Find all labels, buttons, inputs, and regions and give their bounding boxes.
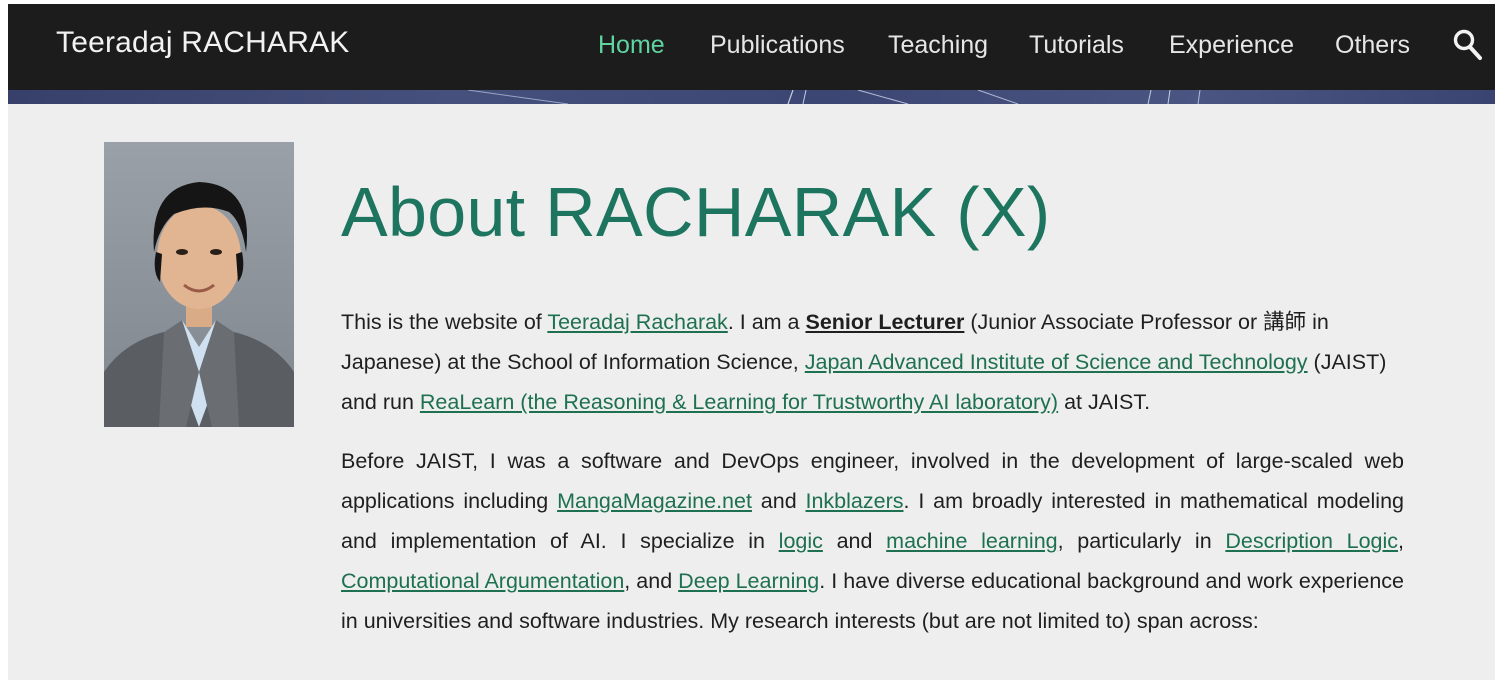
link-machine-learning[interactable]: machine learning [886,529,1057,553]
link-description-logic[interactable]: Description Logic [1225,529,1398,553]
text-segment: , particularly in [1057,529,1226,553]
text-segment: at JAIST. [1058,390,1151,414]
background-paragraph: Before JAIST, I was a software and DevOp… [341,441,1404,641]
link-computational-argumentation[interactable]: Computational Argumentation [341,569,624,593]
nav-home[interactable]: Home [598,31,665,60]
link-inkblazers[interactable]: Inkblazers [806,489,904,513]
link-mangamagazine[interactable]: MangaMagazine.net [557,489,752,513]
text-segment: , and [624,569,679,593]
link-deep-learning[interactable]: Deep Learning [678,569,819,593]
intro-paragraph: This is the website of Teeradaj Racharak… [341,302,1404,422]
page-title: About RACHARAK (X) [341,173,1051,251]
profile-photo [104,142,294,427]
navbar: Teeradaj RACHARAK Home Publications Teac… [8,4,1495,90]
link-jaist[interactable]: Japan Advanced Institute of Science and … [805,350,1308,374]
text-segment: This is the website of [341,310,548,334]
header-banner [8,90,1495,104]
text-segment: and [751,489,806,513]
role-senior-lecturer: Senior Lecturer [805,310,965,334]
nav-experience[interactable]: Experience [1169,31,1294,60]
link-logic[interactable]: logic [779,529,823,553]
main-nav: Home Publications Teaching Tutorials Exp… [8,31,1495,71]
link-teeradaj-racharak[interactable]: Teeradaj Racharak [547,310,727,334]
nav-tutorials[interactable]: Tutorials [1029,31,1124,60]
text-segment: . I am a [727,310,806,334]
nav-others[interactable]: Others [1335,31,1410,60]
search-icon[interactable] [1453,28,1483,62]
text-segment: , [1398,529,1404,553]
page: Teeradaj RACHARAK Home Publications Teac… [8,4,1495,680]
nav-publications[interactable]: Publications [710,31,845,60]
nav-teaching[interactable]: Teaching [888,31,988,60]
text-segment: and [822,529,887,553]
link-realearn-lab[interactable]: ReaLearn (the Reasoning & Learning for T… [420,390,1058,414]
